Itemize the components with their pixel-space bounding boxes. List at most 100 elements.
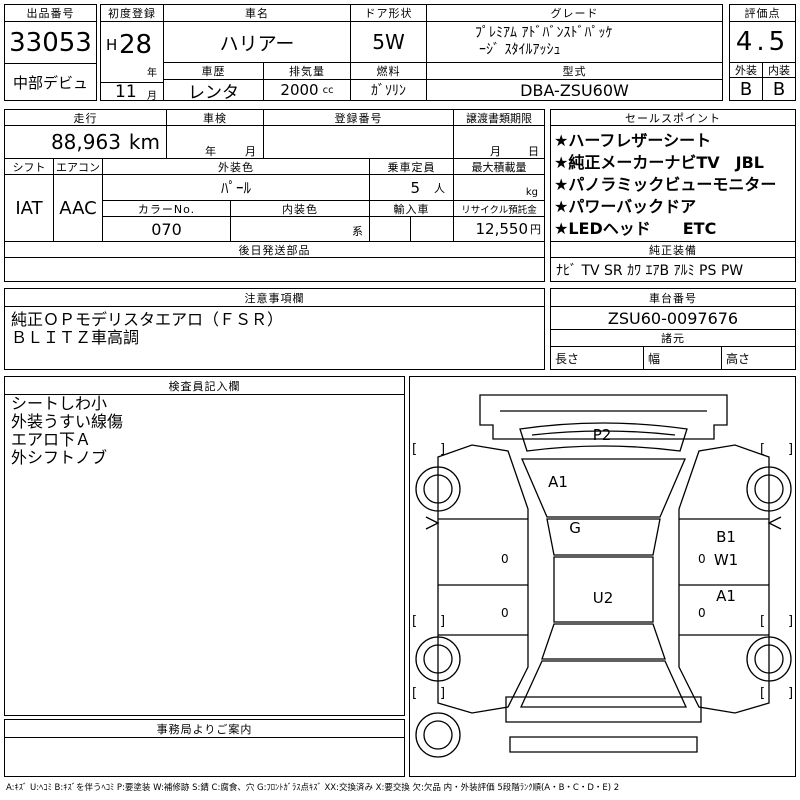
ext-grade-label: 外装 xyxy=(729,62,763,78)
displacement-value: 2000 xyxy=(280,81,319,99)
capacity: 5 人 xyxy=(369,174,454,201)
bracket: ] xyxy=(440,614,445,629)
bracket: [ xyxy=(412,686,417,701)
sales-points-label: セールスポイント xyxy=(550,109,796,126)
damage-diagram: P2 A1 G U2 B1 W1 A1 [ ] [ ] [ ] [ ] [ ] … xyxy=(409,376,796,777)
int-grade: B xyxy=(762,77,796,101)
car-diagram-svg: P2 A1 G U2 B1 W1 A1 [ ] [ ] [ ] [ ] [ ] … xyxy=(412,394,793,758)
mileage-value: 88,963 xyxy=(50,130,121,154)
mirror-right xyxy=(767,516,782,530)
sales-point-item: ★LEDヘッド ETC xyxy=(554,219,717,238)
history-label: 車歴 xyxy=(163,62,264,80)
office xyxy=(4,737,405,777)
bracket: [ xyxy=(760,442,765,457)
tag: 中部デビュ xyxy=(4,63,97,101)
later-parts-label: 後日発送部品 xyxy=(4,241,545,258)
door-label: ドア形状 xyxy=(350,4,427,22)
wheel-spare-inner xyxy=(423,720,453,750)
equipment-label: 純正装備 xyxy=(550,241,796,258)
notes: 純正ＯＰモデリスタエアロ（ＦＳＲ） ＢＬＩＴＺ車高調 xyxy=(4,306,545,370)
trunk-lower xyxy=(519,660,688,708)
grade-line-2: ｰｼﾞ ｽﾀｲﾙｱｯｼｭ xyxy=(479,42,561,58)
inspector-notes: シートしわ小 外装うすい線傷 エアロ下Ａ 外シフトノブ xyxy=(4,394,405,716)
ac-label: エアコン xyxy=(53,158,103,175)
reg-year: 28 xyxy=(119,30,153,60)
color-no: 070 xyxy=(102,216,231,242)
bracket: ] xyxy=(788,442,793,457)
inspector-line: シートしわ小 xyxy=(11,394,108,413)
inspector-line: 外シフトノブ xyxy=(11,448,108,467)
bottom-line xyxy=(509,736,698,753)
damage-mark: A1 xyxy=(716,587,736,605)
damage-mark: G xyxy=(569,519,581,537)
mileage: 88,963 km xyxy=(4,125,167,159)
era: H xyxy=(106,36,118,54)
max-load-unit: kg xyxy=(525,187,538,198)
sales-point-item: ★純正メーカーナビTV JBL xyxy=(554,153,764,172)
windshield xyxy=(546,518,661,556)
later-parts xyxy=(4,257,545,282)
mileage-unit: km xyxy=(128,130,160,154)
transfer: 月 日 xyxy=(453,125,545,159)
displacement-label: 排気量 xyxy=(263,62,351,80)
note-line: ＢＬＩＴＺ車高調 xyxy=(11,328,140,347)
inspection: 年 月 xyxy=(166,125,264,159)
bracket: [ xyxy=(412,442,417,457)
wheel-spare xyxy=(415,712,461,758)
damage-mark: U2 xyxy=(593,589,614,607)
legend: A:ｷｽﾞ U:ﾍｺﾐ B:ｷｽﾞを伴うﾍｺﾐ P:要塗装 W:補修跡 S:錆 … xyxy=(6,783,620,793)
inspection-year-unit: 年 xyxy=(205,145,216,158)
ext-grade: B xyxy=(729,77,763,101)
zero-mark: 0 xyxy=(698,552,706,566)
reg-no-label: 登録番号 xyxy=(263,109,454,126)
first-reg-month: 11 月 xyxy=(100,82,164,101)
fuel-label: 燃料 xyxy=(350,62,427,80)
car-name: ハリアー xyxy=(163,21,351,63)
transfer-label: 譲渡書類期限 xyxy=(453,109,545,126)
sales-point-item: ★ハーフレザーシート xyxy=(554,131,712,150)
grade-label: グレード xyxy=(426,4,723,22)
month-unit: 月 xyxy=(147,91,157,101)
inspector-label: 検査員記入欄 xyxy=(4,376,405,395)
import-blank xyxy=(410,216,454,242)
width: 幅 xyxy=(643,346,722,370)
sales-points: ★ハーフレザーシート ★純正メーカーナビTV JBL ★パノラミックビューモニタ… xyxy=(550,125,796,242)
year-unit: 年 xyxy=(147,68,157,79)
car-name-label: 車名 xyxy=(163,4,351,22)
inspector-line: エアロ下Ａ xyxy=(11,430,92,449)
int-color-label: 内装色 xyxy=(230,200,370,217)
height: 高さ xyxy=(721,346,796,370)
grade-line-1: ﾌﾟﾚﾐｱﾑ ｱﾄﾞﾊﾞﾝｽﾄﾞﾊﾟｯｹ xyxy=(475,25,613,41)
lot-no-label: 出品番号 xyxy=(4,4,97,22)
bracket: [ xyxy=(412,614,417,629)
lot-no: 33053 xyxy=(4,21,97,64)
shift: IAT xyxy=(4,174,54,242)
damage-mark: W1 xyxy=(714,551,738,569)
rear-window-lower xyxy=(541,623,666,660)
max-load-label: 最大積載量 xyxy=(453,158,545,175)
reg-month: 11 xyxy=(115,82,137,101)
reg-no xyxy=(263,125,454,159)
model-label: 型式 xyxy=(426,62,723,80)
capacity-label: 乗車定員 xyxy=(369,158,454,175)
bracket: [ xyxy=(760,686,765,701)
displacement-unit: cc xyxy=(322,84,334,96)
import-label: 輸入車 xyxy=(369,200,454,217)
roof-top xyxy=(521,458,686,518)
mirror-left xyxy=(425,516,440,530)
ac: AAC xyxy=(53,174,103,242)
int-grade-label: 内装 xyxy=(762,62,796,78)
zero-mark: 0 xyxy=(698,606,706,620)
score: 4.5 xyxy=(729,21,796,63)
import xyxy=(369,216,411,242)
zero-mark: 0 xyxy=(501,552,509,566)
capacity-value: 5 xyxy=(410,178,420,197)
capacity-unit: 人 xyxy=(434,181,445,195)
inspection-month-unit: 月 xyxy=(245,145,256,158)
bracket: ] xyxy=(440,442,445,457)
transfer-month-unit: 月 xyxy=(490,145,501,158)
recycle-value: 12,550 xyxy=(475,220,529,238)
sales-point-item: ★パノラミックビューモニター xyxy=(554,175,777,194)
damage-mark: A1 xyxy=(548,473,568,491)
damage-mark: P2 xyxy=(593,426,612,444)
